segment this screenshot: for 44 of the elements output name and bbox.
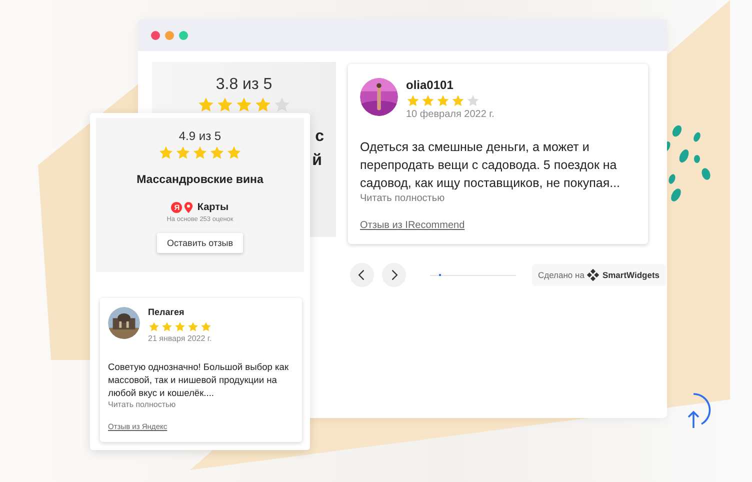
star-icon <box>436 94 450 108</box>
star-icon <box>187 321 199 333</box>
source-link[interactable]: Отзыв из IRecommend <box>360 220 465 231</box>
star-icon <box>216 96 234 114</box>
badge-text: Сделано на <box>538 270 584 280</box>
diamond-logo-icon <box>587 269 600 281</box>
next-button[interactable] <box>382 263 406 287</box>
star-icon <box>161 321 173 333</box>
map-pin-icon <box>184 202 194 213</box>
review-date: 10 февраля 2022 г. <box>406 109 494 120</box>
star-icon <box>175 145 191 161</box>
star-icon <box>226 145 242 161</box>
star-icon <box>406 94 420 108</box>
business-name-fragment: й <box>312 152 323 170</box>
platform-name: Карты <box>197 202 229 213</box>
author-name: olia0101 <box>406 78 454 92</box>
star-icon <box>451 94 465 108</box>
business-name-fragment: с <box>315 128 324 146</box>
rating-text: 3.8 из 5 <box>216 76 272 94</box>
star-icon <box>209 145 225 161</box>
previous-button[interactable] <box>350 263 374 287</box>
brand-name: SmartWidgets <box>602 270 660 280</box>
star-icon <box>235 96 253 114</box>
review-text: Одеться за смешные деньги, а может и перепродать вещи с садовода. 5 поездок на садовод, как ищу поставщиков, не покупая... <box>360 139 622 192</box>
star-icon <box>254 96 272 114</box>
star-icon <box>174 321 186 333</box>
author-name: Пелагея <box>148 307 186 317</box>
star-icon <box>148 321 160 333</box>
star-icon <box>200 321 212 333</box>
business-name: Массандровские вина <box>136 174 264 186</box>
rating-text: 4.9 из 5 <box>178 129 222 143</box>
close-button[interactable] <box>151 30 160 40</box>
read-more-link[interactable]: Читать полностью <box>108 400 294 409</box>
read-more-link[interactable]: Читать полностью <box>360 193 636 204</box>
made-with-badge[interactable]: Сделано на SmartWidgets <box>532 264 666 286</box>
star-icon <box>197 96 215 114</box>
star-icon <box>158 145 174 161</box>
star-icon <box>421 94 435 108</box>
star-icon <box>273 96 291 114</box>
star-icon <box>192 145 208 161</box>
leave-review-button[interactable]: Оставить отзыв <box>157 233 243 253</box>
review-date: 21 января 2022 г. <box>148 334 212 343</box>
review-text: Советую однозначно! Большой выбор как массовой, так и нишевой продукции на любой вкус и кошелёк.... <box>108 361 290 400</box>
star-icon <box>466 94 480 108</box>
